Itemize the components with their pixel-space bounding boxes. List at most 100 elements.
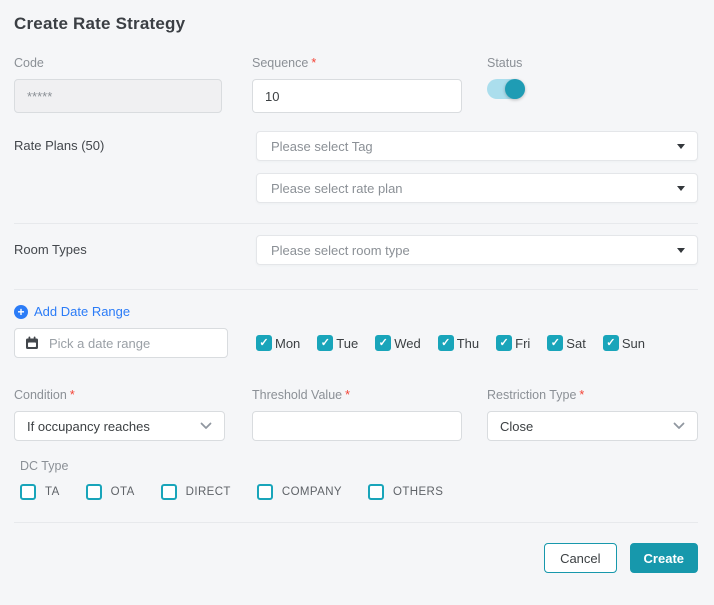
caret-down-icon	[677, 144, 685, 149]
form-actions: Cancel Create	[14, 543, 698, 573]
check-icon: ✓	[441, 338, 450, 349]
checkbox[interactable]: ✓	[161, 484, 177, 500]
required-asterisk: *	[311, 56, 316, 70]
date-range-input[interactable]	[47, 335, 217, 352]
weekday-label: Fri	[515, 336, 530, 351]
weekday-checkbox-item[interactable]: ✓ Tue	[317, 335, 358, 351]
room-types-label: Room Types	[14, 235, 256, 265]
sequence-label: Sequence*	[252, 56, 462, 70]
sequence-input[interactable]	[252, 79, 462, 113]
dc-type-option-label: DIRECT	[186, 486, 231, 498]
rate-plans-section: Rate Plans (50) Please select Tag Please…	[14, 131, 698, 203]
tag-select-placeholder: Please select Tag	[271, 139, 373, 154]
rate-plan-select[interactable]: Please select rate plan	[256, 173, 698, 203]
code-label: Code	[14, 56, 222, 70]
condition-label: Condition*	[14, 388, 225, 402]
threshold-label-text: Threshold Value	[252, 388, 342, 402]
weekday-checkboxes: ✓ Mon ✓ Tue ✓ Wed ✓ Thu	[256, 335, 645, 351]
dc-type-option-label: OTHERS	[393, 486, 443, 498]
check-icon: ✓	[551, 338, 560, 349]
threshold-field-group: Threshold Value*	[252, 388, 462, 441]
checkbox[interactable]: ✓	[547, 335, 563, 351]
sequence-field-group: Sequence*	[252, 56, 462, 113]
calendar-icon	[25, 336, 39, 350]
checkbox[interactable]: ✓	[438, 335, 454, 351]
divider	[14, 223, 698, 224]
room-types-section: Room Types Please select room type	[14, 235, 698, 265]
weekday-checkbox-item[interactable]: ✓ Sat	[547, 335, 586, 351]
checkbox[interactable]: ✓	[375, 335, 391, 351]
weekday-label: Tue	[336, 336, 358, 351]
dc-type-checkbox-item[interactable]: ✓ OTHERS	[368, 484, 443, 500]
sequence-label-text: Sequence	[252, 56, 308, 70]
dc-type-checkbox-item[interactable]: ✓ OTA	[86, 484, 135, 500]
room-types-fields: Please select room type	[256, 235, 698, 265]
date-range-row: ✓ Mon ✓ Tue ✓ Wed ✓ Thu	[14, 328, 698, 358]
dc-type-checkbox-item[interactable]: ✓ DIRECT	[161, 484, 231, 500]
checkbox[interactable]: ✓	[20, 484, 36, 500]
required-asterisk: *	[70, 388, 75, 402]
restriction-label: Restriction Type*	[487, 388, 698, 402]
weekday-label: Wed	[394, 336, 421, 351]
weekday-label: Sat	[566, 336, 586, 351]
dc-type-option-label: TA	[45, 486, 60, 498]
dc-type-label: DC Type	[20, 459, 698, 473]
add-date-range-link[interactable]: + Add Date Range	[14, 304, 130, 319]
dc-type-section: DC Type ✓ TA ✓ OTA ✓ DIRECT ✓	[20, 459, 698, 500]
chevron-down-icon	[200, 422, 212, 430]
condition-select[interactable]: If occupancy reaches	[14, 411, 225, 441]
weekday-label: Sun	[622, 336, 645, 351]
status-toggle[interactable]	[487, 79, 525, 99]
cancel-button[interactable]: Cancel	[544, 543, 616, 573]
dc-type-checkbox-item[interactable]: ✓ TA	[20, 484, 60, 500]
status-label: Status	[487, 56, 698, 70]
weekday-checkbox-item[interactable]: ✓ Wed	[375, 335, 421, 351]
tag-select[interactable]: Please select Tag	[256, 131, 698, 161]
threshold-input[interactable]	[252, 411, 462, 441]
threshold-label: Threshold Value*	[252, 388, 462, 402]
dc-type-option-label: OTA	[111, 486, 135, 498]
room-type-select[interactable]: Please select room type	[256, 235, 698, 265]
checkbox[interactable]: ✓	[86, 484, 102, 500]
restriction-select[interactable]: Close	[487, 411, 698, 441]
restriction-label-text: Restriction Type	[487, 388, 576, 402]
add-date-range-label: Add Date Range	[34, 304, 130, 319]
caret-down-icon	[677, 248, 685, 253]
checkbox[interactable]: ✓	[496, 335, 512, 351]
dc-type-checkboxes: ✓ TA ✓ OTA ✓ DIRECT ✓ COMPANY	[20, 484, 698, 500]
restriction-field-group: Restriction Type* Close	[487, 388, 698, 441]
checkbox[interactable]: ✓	[368, 484, 384, 500]
code-input	[14, 79, 222, 113]
rate-plans-fields: Please select Tag Please select rate pla…	[256, 131, 698, 203]
weekday-checkbox-item[interactable]: ✓ Fri	[496, 335, 530, 351]
divider	[14, 289, 698, 290]
weekday-checkbox-item[interactable]: ✓ Mon	[256, 335, 300, 351]
rate-plans-label: Rate Plans (50)	[14, 131, 256, 203]
top-fields-row: Code Sequence* Status	[14, 56, 698, 113]
create-button[interactable]: Create	[630, 543, 698, 573]
plus-circle-icon: +	[14, 305, 28, 319]
code-field-group: Code	[14, 56, 222, 113]
checkbox[interactable]: ✓	[256, 335, 272, 351]
restriction-select-value: Close	[500, 419, 533, 434]
check-icon: ✓	[500, 338, 509, 349]
weekday-checkbox-item[interactable]: ✓ Sun	[603, 335, 645, 351]
check-icon: ✓	[321, 338, 330, 349]
checkbox[interactable]: ✓	[317, 335, 333, 351]
toggle-knob	[505, 79, 525, 99]
status-field-group: Status	[487, 56, 698, 113]
weekday-checkbox-item[interactable]: ✓ Thu	[438, 335, 479, 351]
condition-field-group: Condition* If occupancy reaches	[14, 388, 225, 441]
create-rate-strategy-form: Create Rate Strategy Code Sequence* Stat…	[0, 0, 714, 573]
date-range-picker[interactable]	[14, 328, 228, 358]
condition-row: Condition* If occupancy reaches Threshol…	[14, 388, 698, 441]
room-type-select-placeholder: Please select room type	[271, 243, 410, 258]
condition-select-value: If occupancy reaches	[27, 419, 150, 434]
dc-type-option-label: COMPANY	[282, 486, 342, 498]
checkbox[interactable]: ✓	[257, 484, 273, 500]
page-title: Create Rate Strategy	[14, 14, 698, 34]
rate-plan-select-placeholder: Please select rate plan	[271, 181, 403, 196]
dc-type-checkbox-item[interactable]: ✓ COMPANY	[257, 484, 342, 500]
checkbox[interactable]: ✓	[603, 335, 619, 351]
chevron-down-icon	[673, 422, 685, 430]
